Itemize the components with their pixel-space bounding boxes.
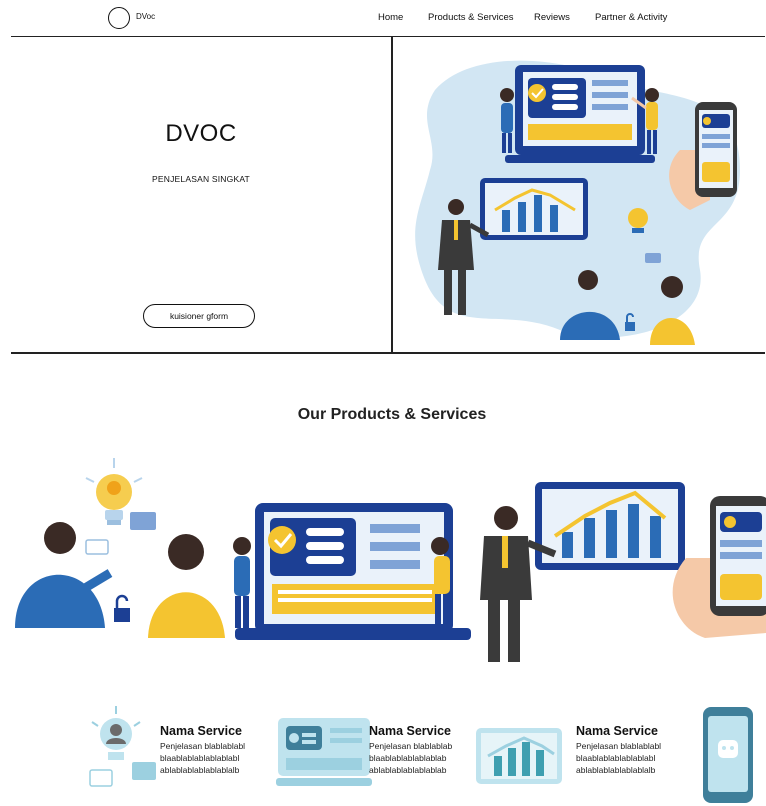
navbar: DVoc Home Products & Services Reviews Pa…: [0, 0, 766, 36]
card-1-desc-line: blaablablablablablabl: [160, 753, 240, 763]
nav-link-products-services[interactable]: Products & Services: [428, 12, 514, 23]
card-2-desc-line: Penjelasan blablablab: [369, 741, 453, 751]
card-3-desc-line: blaablablablablablabl: [576, 753, 656, 763]
nav-link-home[interactable]: Home: [378, 12, 403, 23]
card-2-description: Penjelasan blablablab blaablablablablabl…: [369, 740, 477, 776]
card-2-desc-line: ablablablablablablab: [369, 765, 447, 775]
hero-title: DVOC: [165, 120, 237, 147]
hero-illustration: [415, 60, 740, 345]
hero-vertical-divider: [391, 36, 393, 353]
card-3-desc-line: ablablablablablablalb: [576, 765, 656, 775]
card-3-description: Penjelasan blablablabl blaablablablablab…: [576, 740, 690, 776]
logo-circle-icon[interactable]: [108, 7, 130, 29]
card-1-desc-line: ablablablablablablalb: [160, 765, 240, 775]
nav-link-partner-activity[interactable]: Partner & Activity: [595, 12, 667, 23]
card-1-icon: [89, 706, 156, 787]
card-1-description: Penjelasan blablablabl blaablablablablab…: [160, 740, 274, 776]
card-1-desc-line: Penjelasan blablablabl: [160, 741, 246, 751]
card-2-desc-line: blaablablablablablab: [369, 753, 447, 763]
card-1-title: Nama Service: [160, 724, 243, 738]
card-4-phone-icon: [703, 707, 753, 803]
card-3-desc-line: Penjelasan blablablabl: [576, 741, 662, 751]
products-section-title: Our Products & Services: [297, 406, 487, 423]
card-3-title: Nama Service: [576, 724, 659, 738]
hero-subtitle: PENJELASAN SINGKAT: [152, 174, 250, 184]
kuisioner-button[interactable]: kuisioner gform: [143, 304, 255, 328]
brand-name[interactable]: DVoc: [136, 12, 155, 21]
card-3-icon: [476, 728, 562, 784]
card-2-icon: [276, 718, 372, 786]
products-illustration: [15, 458, 766, 662]
card-2-title: Nama Service: [369, 724, 452, 738]
nav-link-reviews[interactable]: Reviews: [534, 12, 570, 23]
